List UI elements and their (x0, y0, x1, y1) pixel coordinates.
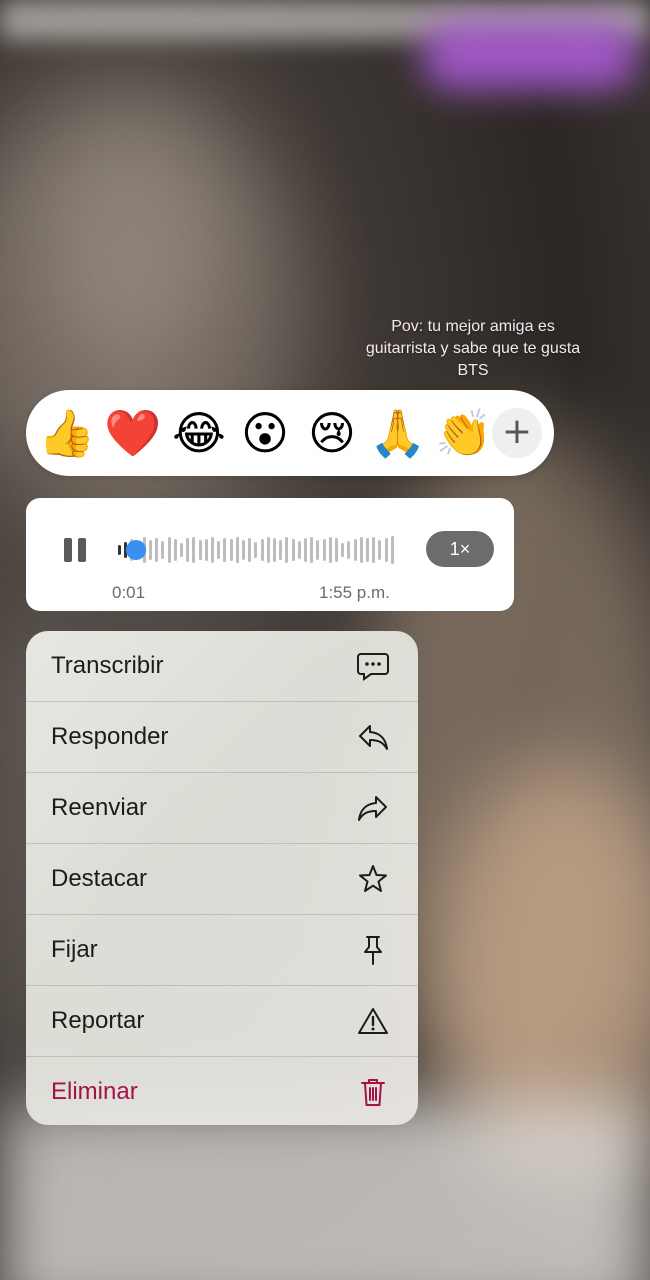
context-menu: Transcribir Responder Reenviar Destacar … (26, 631, 418, 1125)
pause-button[interactable] (62, 538, 90, 562)
playback-scrubber[interactable] (126, 540, 146, 560)
waveform-bar (297, 541, 301, 559)
video-caption: Pov: tu mejor amiga es guitarrista y sab… (365, 318, 581, 379)
waveform-bar (204, 539, 208, 561)
reply-icon (359, 725, 388, 750)
waveform-bar (341, 543, 345, 557)
waveform-bar (211, 537, 214, 563)
waveform-bar (366, 538, 369, 562)
clap-emoji-button[interactable]: 👏 (435, 404, 485, 462)
voice-message-bubble: 1× 0:01 1:55 p.m. (26, 498, 514, 611)
thumbs-up-emoji-button[interactable]: 👍 (38, 404, 96, 462)
waveform-bar (285, 537, 289, 563)
crying-emoji-button[interactable]: 😢 (303, 404, 361, 462)
star-icon (359, 865, 387, 892)
waveform-bar (266, 537, 270, 563)
waveform-bar (328, 537, 332, 563)
waveform-bar (279, 540, 283, 560)
waveform[interactable] (118, 534, 398, 566)
menu-item-label: Destacar (51, 865, 148, 892)
menu-item-transcribe[interactable]: Transcribir (26, 631, 418, 702)
waveform-bar (316, 540, 320, 560)
waveform-bar (173, 539, 177, 561)
menu-item-reply[interactable]: Responder (26, 702, 418, 773)
waveform-bar (353, 539, 357, 561)
waveform-bar (217, 541, 221, 559)
trash-icon (361, 1079, 385, 1106)
surprised-emoji-button[interactable]: 😮 (236, 404, 294, 462)
menu-item-forward[interactable]: Reenviar (26, 773, 418, 844)
waveform-bar (229, 539, 233, 561)
waveform-bar (260, 539, 264, 561)
waveform-bar (273, 538, 276, 562)
menu-item-label: Reportar (51, 1007, 145, 1034)
heart-emoji-button[interactable]: ❤️ (104, 404, 162, 462)
warning-icon (358, 1008, 388, 1034)
menu-item-report[interactable]: Reportar (26, 986, 418, 1057)
waveform-bar (180, 543, 183, 557)
waveform-bar (223, 538, 227, 562)
elapsed-time: 0:01 (112, 583, 146, 602)
forward-icon (358, 796, 387, 821)
menu-item-pin[interactable]: Fijar (26, 915, 418, 986)
more-reactions-button[interactable]: + (492, 408, 542, 458)
waveform-bar (242, 540, 245, 560)
waveform-bar (390, 536, 394, 564)
reaction-bar: 👍 ❤️ 😂 😮 😢 🙏 👏 + (26, 390, 554, 476)
waveform-bar (155, 538, 159, 562)
waveform-bar (384, 538, 388, 562)
speech-bubble-icon (357, 653, 389, 681)
waveform-bar (149, 540, 152, 560)
menu-item-label: Eliminar (51, 1078, 138, 1105)
pray-emoji-button[interactable]: 🙏 (369, 404, 427, 462)
waveform-bar (248, 538, 252, 562)
waveform-bar (322, 539, 326, 561)
waveform-bar (372, 537, 376, 563)
waveform-bar (310, 537, 314, 563)
waveform-bar (335, 538, 338, 562)
waveform-bar (186, 538, 190, 562)
waveform-bar (167, 537, 171, 563)
menu-item-star[interactable]: Destacar (26, 844, 418, 915)
laugh-emoji-button[interactable]: 😂 (170, 404, 228, 462)
waveform-bar (254, 542, 258, 558)
playback-speed-button[interactable]: 1× (426, 531, 494, 567)
menu-item-delete[interactable]: Eliminar (26, 1057, 418, 1125)
waveform-bar (118, 545, 121, 555)
waveform-bar (235, 537, 239, 563)
pin-icon (364, 936, 382, 965)
menu-item-label: Reenviar (51, 794, 148, 821)
menu-item-label: Fijar (51, 936, 98, 963)
message-timestamp: 1:55 p.m. (319, 583, 390, 602)
waveform-bar (378, 540, 382, 560)
waveform-bar (161, 541, 165, 559)
waveform-bar (304, 538, 307, 562)
waveform-bar (198, 540, 202, 560)
menu-item-label: Transcribir (51, 652, 164, 679)
waveform-bar (291, 539, 295, 561)
menu-item-label: Responder (51, 723, 169, 750)
waveform-bar (359, 537, 363, 563)
waveform-bar (347, 541, 351, 559)
waveform-bar (192, 537, 196, 563)
